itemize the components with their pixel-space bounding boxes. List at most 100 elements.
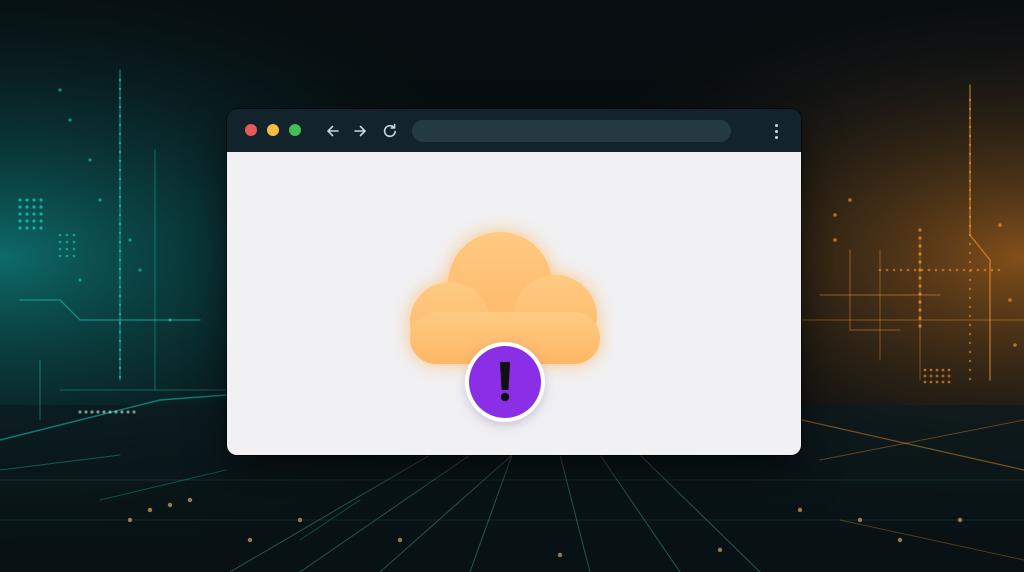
address-bar[interactable]	[412, 120, 731, 142]
circuit-node	[968, 197, 972, 201]
circuit-node	[918, 228, 922, 232]
circuit-node	[58, 247, 62, 251]
circuit-node	[929, 380, 933, 384]
circuit-node	[941, 268, 945, 272]
circuit-node	[968, 170, 972, 174]
circuit-node	[118, 195, 122, 199]
circuit-node	[968, 125, 972, 129]
circuit-node	[58, 240, 62, 244]
circuit-node	[25, 205, 29, 209]
circuit-node	[918, 308, 922, 312]
circuit-node	[118, 141, 122, 145]
circuit-node	[98, 198, 102, 202]
circuit-node	[108, 410, 112, 414]
maximize-window-button[interactable]	[289, 124, 301, 136]
circuit-node	[968, 305, 972, 309]
circuit-node	[118, 168, 122, 172]
circuit-node	[918, 236, 922, 240]
circuit-node	[1008, 298, 1012, 302]
circuit-node	[968, 296, 972, 300]
circuit-node	[923, 368, 927, 372]
circuit-node	[833, 213, 837, 217]
circuit-node	[968, 206, 972, 210]
circuit-node	[897, 537, 903, 543]
circuit-node	[78, 278, 82, 282]
circuit-node	[118, 78, 122, 82]
circuit-node	[920, 268, 924, 272]
circuit-node	[118, 321, 122, 325]
circuit-node	[878, 268, 882, 272]
circuit-node	[990, 268, 994, 272]
circuit-node	[918, 316, 922, 320]
circuit-node	[72, 247, 76, 251]
circuit-node	[58, 233, 62, 237]
circuit-node	[941, 374, 945, 378]
circuit-node	[929, 374, 933, 378]
circuit-node	[918, 260, 922, 264]
circuit-node	[72, 240, 76, 244]
circuit-node	[118, 366, 122, 370]
circuit-node	[32, 198, 36, 202]
circuit-node	[118, 213, 122, 217]
circuit-node	[118, 285, 122, 289]
circuit-node	[935, 368, 939, 372]
circuit-node	[968, 377, 972, 381]
circuit-node	[968, 341, 972, 345]
circuit-node	[948, 268, 952, 272]
circuit-node	[717, 547, 723, 553]
circuit-node	[923, 380, 927, 384]
circuit-node	[127, 517, 133, 523]
circuit-node	[899, 268, 903, 272]
circuit-node	[39, 205, 43, 209]
circuit-node	[918, 252, 922, 256]
more-vertical-icon[interactable]	[768, 121, 784, 141]
circuit-node	[90, 410, 94, 414]
circuit-node	[968, 323, 972, 327]
circuit-node	[833, 238, 837, 242]
circuit-node	[65, 240, 69, 244]
exclamation-icon	[469, 346, 541, 418]
circuit-node	[962, 268, 966, 272]
circuit-node	[68, 118, 72, 122]
circuit-node	[968, 251, 972, 255]
circuit-node	[84, 410, 88, 414]
circuit-node	[947, 380, 951, 384]
circuit-node	[39, 219, 43, 223]
circuit-node	[32, 219, 36, 223]
browser-window	[227, 109, 801, 455]
circuit-node	[968, 350, 972, 354]
close-window-button[interactable]	[245, 124, 257, 136]
back-arrow-icon[interactable]	[323, 121, 343, 141]
circuit-node	[118, 159, 122, 163]
circuit-node	[114, 410, 118, 414]
circuit-node	[120, 410, 124, 414]
reload-icon[interactable]	[380, 121, 400, 141]
circuit-node	[32, 212, 36, 216]
circuit-node	[848, 198, 852, 202]
circuit-node	[557, 552, 563, 558]
minimize-window-button[interactable]	[267, 124, 279, 136]
circuit-node	[857, 517, 863, 523]
circuit-node	[118, 240, 122, 244]
page-content	[227, 152, 801, 455]
circuit-node	[118, 150, 122, 154]
circuit-node	[118, 348, 122, 352]
circuit-node	[918, 324, 922, 328]
circuit-node	[58, 88, 62, 92]
circuit-node	[968, 98, 972, 102]
address-input[interactable]	[412, 120, 731, 142]
circuit-node	[118, 303, 122, 307]
circuit-node	[968, 260, 972, 264]
circuit-node	[968, 179, 972, 183]
circuit-node	[969, 268, 973, 272]
circuit-node	[913, 268, 917, 272]
circuit-node	[32, 226, 36, 230]
circuit-node	[18, 198, 22, 202]
circuit-node	[941, 368, 945, 372]
circuit-node	[132, 410, 136, 414]
circuit-node	[935, 380, 939, 384]
circuit-node	[18, 219, 22, 223]
circuit-node	[39, 198, 43, 202]
circuit-node	[968, 242, 972, 246]
forward-arrow-icon[interactable]	[350, 121, 370, 141]
